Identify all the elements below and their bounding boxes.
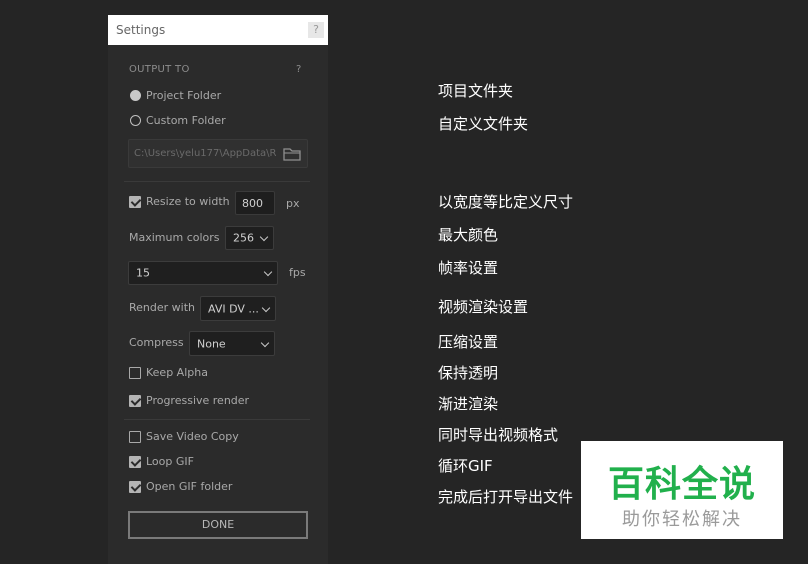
note-save-video: 同时导出视频格式 xyxy=(438,426,559,444)
compress-label: Compress xyxy=(129,336,184,349)
save-video-copy-checkbox[interactable] xyxy=(129,431,141,443)
fps-select[interactable]: 15 xyxy=(128,261,278,285)
note-loop-gif: 循环GIF xyxy=(438,457,493,475)
open-gif-folder-label[interactable]: Open GIF folder xyxy=(146,480,232,493)
divider xyxy=(124,181,310,182)
custom-folder-label[interactable]: Custom Folder xyxy=(146,114,226,127)
watermark-sub-text: 助你轻松解决 xyxy=(622,509,742,530)
chevron-down-icon xyxy=(263,267,273,277)
folder-icon[interactable] xyxy=(283,147,301,164)
px-unit: px xyxy=(286,197,300,210)
fps-value: 15 xyxy=(136,266,150,280)
chevron-down-icon xyxy=(259,232,269,242)
note-fps: 帧率设置 xyxy=(438,259,499,277)
note-open-folder: 完成后打开导出文件 xyxy=(438,488,574,506)
keep-alpha-checkbox[interactable] xyxy=(129,367,141,379)
help-icon[interactable]: ? xyxy=(308,22,324,38)
resize-checkbox[interactable] xyxy=(129,196,141,208)
watermark-main-text: 百科全说 xyxy=(607,464,756,505)
output-help-icon[interactable]: ? xyxy=(296,64,302,75)
divider xyxy=(124,419,310,420)
save-video-copy-label[interactable]: Save Video Copy xyxy=(146,430,239,443)
resize-width-input[interactable]: 800 xyxy=(235,191,275,215)
keep-alpha-label[interactable]: Keep Alpha xyxy=(146,366,208,379)
resize-label[interactable]: Resize to width xyxy=(146,195,230,208)
note-keep-alpha: 保持透明 xyxy=(438,364,499,382)
note-custom-folder: 自定义文件夹 xyxy=(438,115,529,133)
maximum-colors-label: Maximum colors xyxy=(129,231,220,244)
project-folder-radio[interactable] xyxy=(130,90,141,101)
chevron-down-icon xyxy=(261,303,271,312)
progressive-render-checkbox[interactable] xyxy=(129,395,141,407)
maximum-colors-select[interactable]: 256 xyxy=(225,226,274,250)
open-gif-folder-checkbox[interactable] xyxy=(129,481,141,493)
render-with-value: AVI DV ... xyxy=(208,302,259,315)
settings-titlebar: Settings ? xyxy=(108,15,328,45)
note-compress: 压缩设置 xyxy=(438,333,499,351)
note-render: 视频渲染设置 xyxy=(438,298,529,316)
watermark-logo: 百科全说 助你轻松解决 xyxy=(581,441,783,539)
chevron-down-icon xyxy=(260,338,270,347)
project-folder-label[interactable]: Project Folder xyxy=(146,89,221,102)
maximum-colors-value: 256 xyxy=(233,231,254,245)
note-project-folder: 项目文件夹 xyxy=(438,82,514,100)
dialog-title: Settings xyxy=(116,23,166,37)
fps-unit: fps xyxy=(289,266,306,279)
note-progressive: 渐进渲染 xyxy=(438,395,499,413)
output-to-label: OUTPUT TO xyxy=(129,64,190,75)
path-value: C:\Users\yelu177\AppData\R xyxy=(134,148,276,159)
render-with-label: Render with xyxy=(129,301,195,314)
compress-select[interactable]: None xyxy=(189,331,275,356)
note-max-colors: 最大颜色 xyxy=(438,226,499,244)
done-button[interactable]: DONE xyxy=(128,511,308,539)
custom-folder-radio[interactable] xyxy=(130,115,141,126)
note-resize: 以宽度等比定义尺寸 xyxy=(438,193,574,211)
custom-folder-path-field[interactable]: C:\Users\yelu177\AppData\R xyxy=(128,139,308,168)
render-with-select[interactable]: AVI DV ... xyxy=(200,296,276,321)
loop-gif-label[interactable]: Loop GIF xyxy=(146,455,194,468)
progressive-render-label[interactable]: Progressive render xyxy=(146,394,249,407)
loop-gif-checkbox[interactable] xyxy=(129,456,141,468)
compress-value: None xyxy=(197,337,226,350)
resize-width-value: 800 xyxy=(242,197,263,210)
